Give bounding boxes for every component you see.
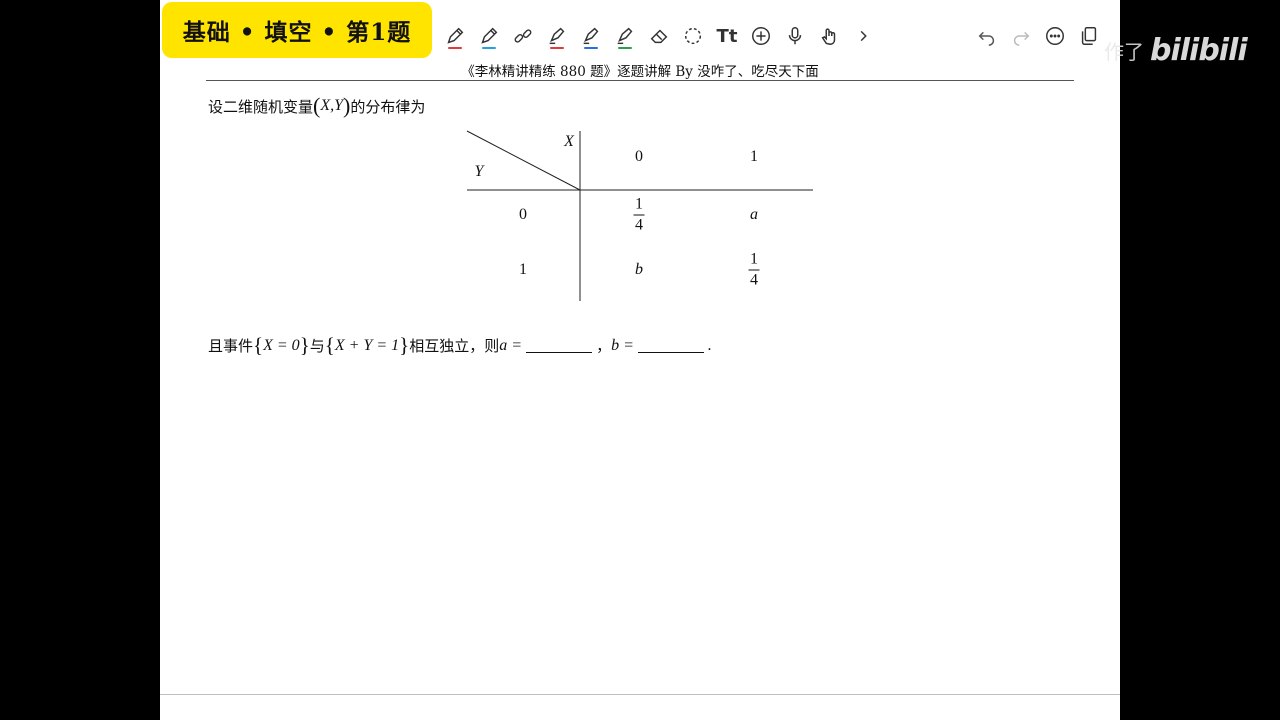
- highlighter-icon: [583, 27, 599, 45]
- brace-open: {: [324, 333, 335, 357]
- question-intro: 设二维随机变量 ( X,Y ) 的分布律为: [208, 93, 425, 119]
- question-badge: 基础 • 填空 • 第1题: [162, 2, 432, 58]
- history-toolbar: [964, 16, 1120, 56]
- brace-open: {: [253, 333, 264, 357]
- touch-icon: [821, 28, 836, 45]
- microphone-icon: [788, 27, 802, 45]
- touch-tool[interactable]: [812, 19, 846, 53]
- brace-close: }: [399, 333, 410, 357]
- color-indicator: [550, 47, 564, 49]
- b-label: b =: [611, 336, 634, 354]
- link-tool[interactable]: [506, 19, 540, 53]
- condition-mid: 与: [309, 337, 325, 355]
- condition-suffix: 相互独立，则: [409, 337, 500, 355]
- undo-icon: [978, 31, 995, 46]
- highlighter-icon: [617, 27, 633, 45]
- header-rule: [206, 80, 1074, 81]
- document-header: 《李林精讲精练 880 题》逐题讲解 By 没咋了、吃尽天下面: [461, 64, 819, 80]
- redo-button[interactable]: [1004, 19, 1038, 53]
- more-button[interactable]: [1038, 19, 1072, 53]
- color-indicator: [584, 47, 598, 49]
- bilibili-watermark: 作了 bilibili: [1104, 30, 1248, 70]
- link-icon: [514, 29, 532, 43]
- insert-tool[interactable]: [744, 19, 778, 53]
- lasso-tool[interactable]: [676, 19, 710, 53]
- voice-tool[interactable]: [778, 19, 812, 53]
- more-icon: [1046, 27, 1064, 45]
- random-vector: X,Y: [320, 97, 344, 114]
- undo-button[interactable]: [970, 19, 1004, 53]
- text-tool[interactable]: Tt: [710, 19, 744, 53]
- expand-toolbar-button[interactable]: [846, 19, 880, 53]
- color-indicator: [448, 47, 462, 49]
- uploader-name: 作了: [1104, 39, 1144, 64]
- highlighter-blue-tool[interactable]: [574, 19, 608, 53]
- eraser-icon: [650, 29, 668, 44]
- redo-icon: [1013, 31, 1030, 46]
- answer-blank-a[interactable]: [526, 339, 593, 353]
- add-icon: [752, 27, 770, 45]
- answer-blank-b[interactable]: [637, 339, 704, 353]
- annotation-toolbar: Tt: [432, 16, 888, 56]
- pages-icon: [1081, 27, 1097, 45]
- eraser-tool[interactable]: [642, 19, 676, 53]
- event-one: X = 0: [263, 336, 300, 354]
- brace-close: }: [299, 333, 310, 357]
- highlighter-green-tool[interactable]: [608, 19, 642, 53]
- event-two: X + Y = 1: [334, 336, 400, 354]
- pen-blue-tool[interactable]: [472, 19, 506, 53]
- highlighter-red-tool[interactable]: [540, 19, 574, 53]
- intro-end: 的分布律为: [350, 97, 426, 116]
- a-label: a =: [499, 336, 523, 354]
- question-condition: 且事件 { X = 0 } 与 { X + Y = 1 } 相互独立，则 a =…: [208, 333, 712, 358]
- paren-close: ): [343, 93, 351, 118]
- pen-icon: [447, 27, 464, 44]
- highlighter-icon: [549, 27, 565, 45]
- pages-button[interactable]: [1072, 19, 1106, 53]
- intro-text: 设二维随机变量: [208, 97, 314, 116]
- question-badge-label: 基础 • 填空 • 第1题: [182, 19, 412, 46]
- color-indicator: [618, 47, 632, 49]
- color-indicator: [482, 47, 496, 49]
- bilibili-logo: bilibili: [1150, 32, 1248, 68]
- condition-prefix: 且事件: [208, 337, 254, 355]
- separator: ，: [596, 337, 612, 355]
- period: .: [707, 336, 712, 354]
- pen-red-tool[interactable]: [438, 19, 472, 53]
- page-divider: [160, 694, 1120, 695]
- pen-icon: [481, 27, 498, 44]
- text-icon: Tt: [716, 25, 738, 47]
- chevron-right-icon: [860, 30, 867, 42]
- lasso-icon: [684, 27, 702, 45]
